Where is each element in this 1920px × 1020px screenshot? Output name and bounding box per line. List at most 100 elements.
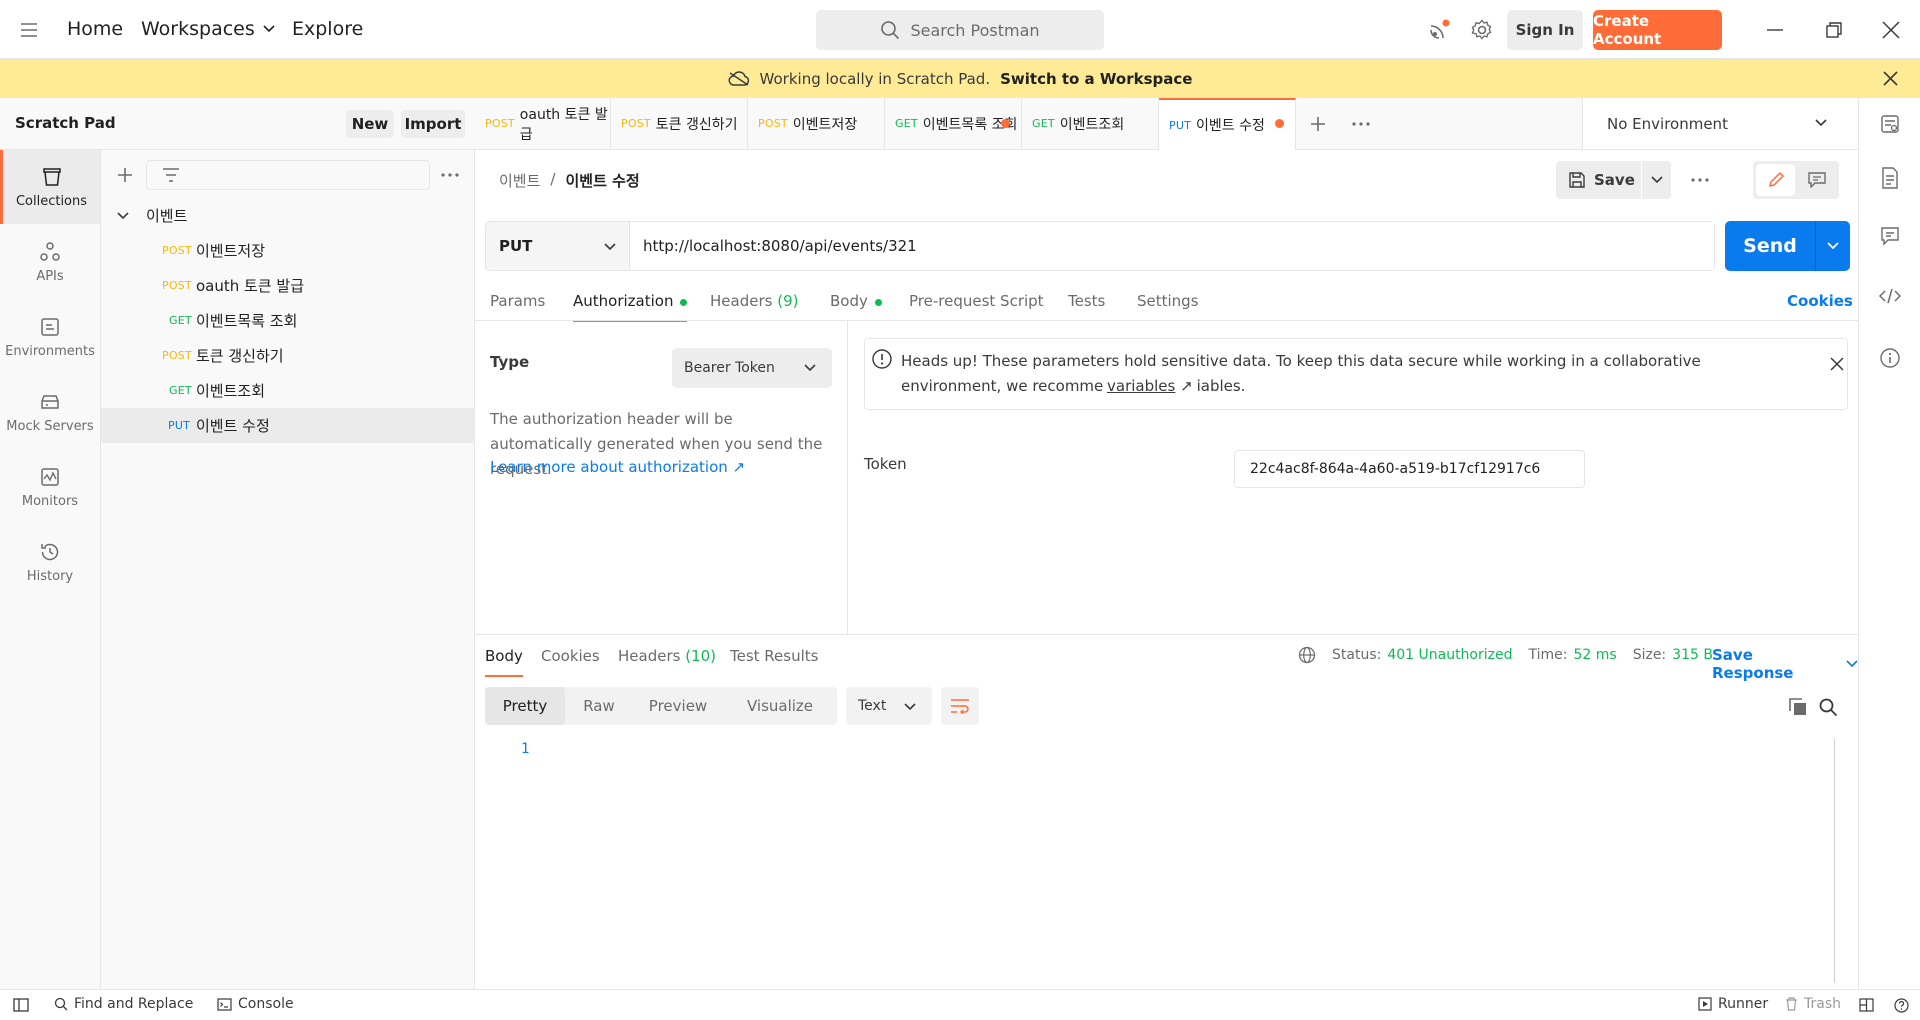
rail-history[interactable]: History (0, 526, 100, 598)
chevron-down-icon (117, 212, 129, 220)
add-collection-icon[interactable] (114, 164, 136, 186)
documentation-icon[interactable] (1878, 166, 1902, 190)
tab-authorization-label: Authorization (573, 292, 674, 310)
copy-icon[interactable] (1787, 696, 1809, 718)
auth-type-select[interactable]: Bearer Token (672, 348, 832, 388)
view-preview[interactable]: Preview (633, 687, 723, 725)
wrap-lines-icon[interactable] (941, 687, 979, 725)
nav-workspaces[interactable]: Workspaces (141, 18, 275, 40)
resp-tab-headers[interactable]: Headers (10) (618, 647, 716, 665)
tab-settings[interactable]: Settings (1137, 292, 1199, 310)
time-label: Time: (1528, 647, 1568, 663)
url-input[interactable]: http://localhost:8080/api/events/321 (630, 222, 1714, 270)
tab-headers-label: Headers (710, 292, 773, 310)
save-response-button[interactable]: Save Response (1712, 646, 1858, 682)
editor-scrollbar[interactable] (1834, 739, 1835, 983)
nav-explore[interactable]: Explore (292, 18, 363, 40)
find-replace-label: Find and Replace (74, 996, 194, 1012)
menu-icon[interactable] (18, 20, 40, 40)
view-visualize[interactable]: Visualize (723, 687, 837, 725)
method-select[interactable]: PUT (486, 222, 630, 270)
close-banner-icon[interactable] (1883, 71, 1898, 86)
comments-icon[interactable] (1878, 224, 1902, 248)
list-item[interactable]: GET 이벤트조회 (101, 373, 474, 408)
rail-environments[interactable]: Environments (0, 301, 100, 373)
size-value[interactable]: 315 B (1672, 647, 1713, 663)
request-tab[interactable]: POST 이벤트저장 (748, 98, 885, 149)
sign-in-button[interactable]: Sign In (1507, 10, 1583, 50)
trash-button[interactable]: Trash (1785, 996, 1841, 1012)
collection-folder[interactable]: 이벤트 (101, 198, 474, 233)
help-icon[interactable] (1894, 998, 1909, 1013)
new-tab-icon[interactable] (1307, 113, 1329, 135)
save-button[interactable]: Save (1556, 161, 1641, 199)
list-item[interactable]: POST oauth 토큰 발급 (101, 268, 474, 303)
search-input[interactable]: Search Postman (816, 10, 1104, 50)
tab-params[interactable]: Params (490, 292, 545, 310)
status-value[interactable]: 401 Unauthorized (1387, 647, 1512, 663)
tab-body[interactable]: Body (830, 292, 882, 310)
gear-icon[interactable] (1469, 17, 1495, 43)
info-icon[interactable] (1878, 346, 1902, 370)
request-tab[interactable]: POST 토큰 갱신하기 (611, 98, 748, 149)
list-item[interactable]: POST 이벤트저장 (101, 233, 474, 268)
filter-input[interactable] (146, 160, 430, 190)
resp-tab-test-results[interactable]: Test Results (730, 647, 818, 665)
breadcrumb-current[interactable]: 이벤트 수정 (565, 170, 639, 191)
runner-button[interactable]: Runner (1698, 996, 1768, 1012)
import-button[interactable]: Import (401, 110, 465, 138)
environment-select[interactable]: No Environment (1582, 98, 1857, 149)
code-icon[interactable] (1878, 284, 1902, 308)
create-account-button[interactable]: Create Account (1593, 10, 1722, 50)
toggle-sidebar-icon[interactable] (13, 998, 29, 1012)
comment-mode-icon[interactable] (1798, 164, 1836, 196)
tab-tests[interactable]: Tests (1068, 292, 1105, 310)
save-options-button[interactable] (1642, 161, 1671, 199)
rail-collections[interactable]: Collections (0, 150, 100, 224)
view-pretty[interactable]: Pretty (485, 687, 565, 725)
satellite-icon[interactable] (1425, 17, 1453, 43)
list-item[interactable]: GET 이벤트목록 조회 (101, 303, 474, 338)
globe-icon[interactable] (1298, 646, 1316, 664)
find-replace-button[interactable]: Find and Replace (54, 996, 193, 1012)
request-tab[interactable]: GET 이벤트목록 조회 (885, 98, 1022, 149)
send-button-main[interactable]: Send (1725, 221, 1815, 271)
request-tab[interactable]: POST oauth 토큰 발급 (475, 98, 611, 149)
edit-mode-pencil-icon[interactable] (1756, 164, 1795, 196)
breadcrumb-parent[interactable]: 이벤트 (499, 170, 540, 191)
tab-headers[interactable]: Headers (9) (710, 292, 798, 310)
switch-workspace-link[interactable]: Switch to a Workspace (1000, 70, 1192, 88)
request-tab-active[interactable]: PUT 이벤트 수정 (1159, 98, 1296, 150)
console-button[interactable]: Console (217, 996, 294, 1012)
restore-icon[interactable] (1821, 18, 1847, 42)
view-raw[interactable]: Raw (565, 687, 633, 725)
request-options-icon[interactable] (1689, 169, 1711, 191)
request-tab[interactable]: GET 이벤트조회 (1022, 98, 1159, 149)
learn-more-link[interactable]: Learn more about authorization ↗ (490, 458, 745, 476)
minimize-icon[interactable] (1762, 18, 1788, 42)
token-input[interactable]: 22c4ac8f-864a-4a60-a519-b17cf12917c6 (1234, 450, 1585, 488)
send-options-button[interactable] (1816, 221, 1850, 271)
resp-tab-body[interactable]: Body (485, 647, 523, 677)
time-value[interactable]: 52 ms (1573, 647, 1616, 663)
close-window-icon[interactable] (1878, 17, 1904, 43)
tab-options-icon[interactable] (1350, 113, 1372, 135)
close-alert-icon[interactable] (1830, 357, 1844, 371)
two-pane-view-icon[interactable] (1859, 998, 1874, 1012)
variables-link[interactable]: variables ↗ (1103, 374, 1197, 399)
tab-pre-request-script[interactable]: Pre-request Script (909, 292, 1044, 310)
new-button[interactable]: New (346, 110, 394, 138)
cookies-link[interactable]: Cookies (1787, 292, 1853, 310)
rail-monitors[interactable]: Monitors (0, 451, 100, 523)
resp-tab-cookies[interactable]: Cookies (541, 647, 600, 665)
rail-apis[interactable]: APIs (0, 226, 100, 298)
tab-authorization[interactable]: Authorization (573, 292, 688, 322)
format-select[interactable]: Text (846, 687, 932, 725)
list-item[interactable]: POST 토큰 갱신하기 (101, 338, 474, 373)
search-response-icon[interactable] (1817, 696, 1839, 718)
nav-home[interactable]: Home (67, 18, 123, 40)
environment-quick-look-icon[interactable] (1878, 113, 1902, 135)
rail-mock-servers[interactable]: Mock Servers (0, 376, 100, 448)
more-options-icon[interactable] (439, 164, 461, 186)
list-item[interactable]: PUT 이벤트 수정 (101, 408, 474, 443)
